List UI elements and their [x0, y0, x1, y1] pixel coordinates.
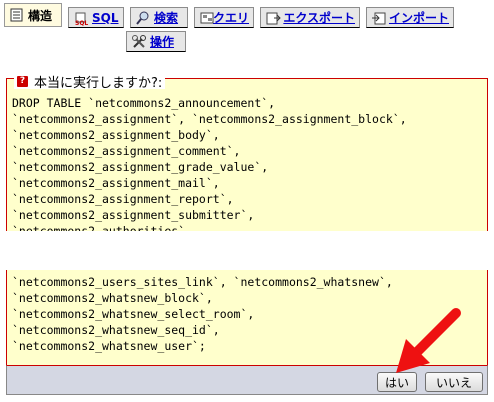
tab-label: 構造: [28, 8, 53, 23]
tab-bar: 構造 SQL SQL 検索 クエリ エクスポート インポート 操作: [0, 0, 494, 60]
sql-line: `netcommons2_assignment_body`,: [12, 128, 220, 142]
svg-text:SQL: SQL: [75, 20, 88, 26]
sql-line: `netcommons2_users_sites_link`, `netcomm…: [12, 275, 393, 289]
search-icon: [135, 10, 151, 26]
tab-structure[interactable]: 構造: [4, 3, 62, 27]
structure-icon: [9, 7, 25, 23]
sql-statement-top: DROP TABLE `netcommons2_announcement`, `n…: [12, 95, 482, 239]
tab-operations[interactable]: 操作: [126, 31, 186, 52]
import-icon: [371, 10, 386, 26]
export-icon: [265, 10, 281, 26]
tab-search[interactable]: 検索: [130, 7, 188, 28]
sql-line: `netcommons2_assignment`, `netcommons2_a…: [12, 112, 407, 126]
sql-line: `netcommons2_assignment_grade_value`,: [12, 160, 269, 174]
red-arrow-icon: [396, 308, 461, 373]
sql-line: `netcommons2_assignment_report`,: [12, 192, 234, 206]
confirm-legend: ? 本当に実行しますか?:: [14, 73, 166, 91]
sql-line: `netcommons2_whatsnew_block`,: [12, 291, 213, 305]
tab-label: 検索: [154, 11, 179, 25]
tools-icon: [131, 34, 147, 50]
sql-line: DROP TABLE `netcommons2_announcement`,: [12, 96, 276, 110]
tab-label: エクスポート: [283, 11, 355, 25]
tab-label: 操作: [150, 35, 175, 49]
tab-export[interactable]: エクスポート: [260, 7, 360, 28]
question-icon: ?: [17, 75, 28, 87]
tab-sql[interactable]: SQL SQL: [68, 7, 124, 28]
tab-query[interactable]: クエリ: [194, 7, 254, 28]
query-icon: [199, 10, 214, 26]
sql-line: `netcommons2_assignment_submitter`,: [12, 208, 255, 222]
tab-label: インポート: [388, 11, 449, 25]
sql-icon: SQL: [73, 10, 89, 26]
sql-line: `netcommons2_assignment_mail`,: [12, 176, 220, 190]
tab-import[interactable]: インポート: [366, 7, 454, 28]
tab-label: クエリ: [212, 11, 249, 25]
tab-label: SQL: [92, 10, 119, 25]
truncated-gap: [0, 231, 494, 270]
sql-line: `netcommons2_assignment_comment`,: [12, 144, 241, 158]
confirm-question: 本当に実行しますか?:: [34, 75, 163, 91]
